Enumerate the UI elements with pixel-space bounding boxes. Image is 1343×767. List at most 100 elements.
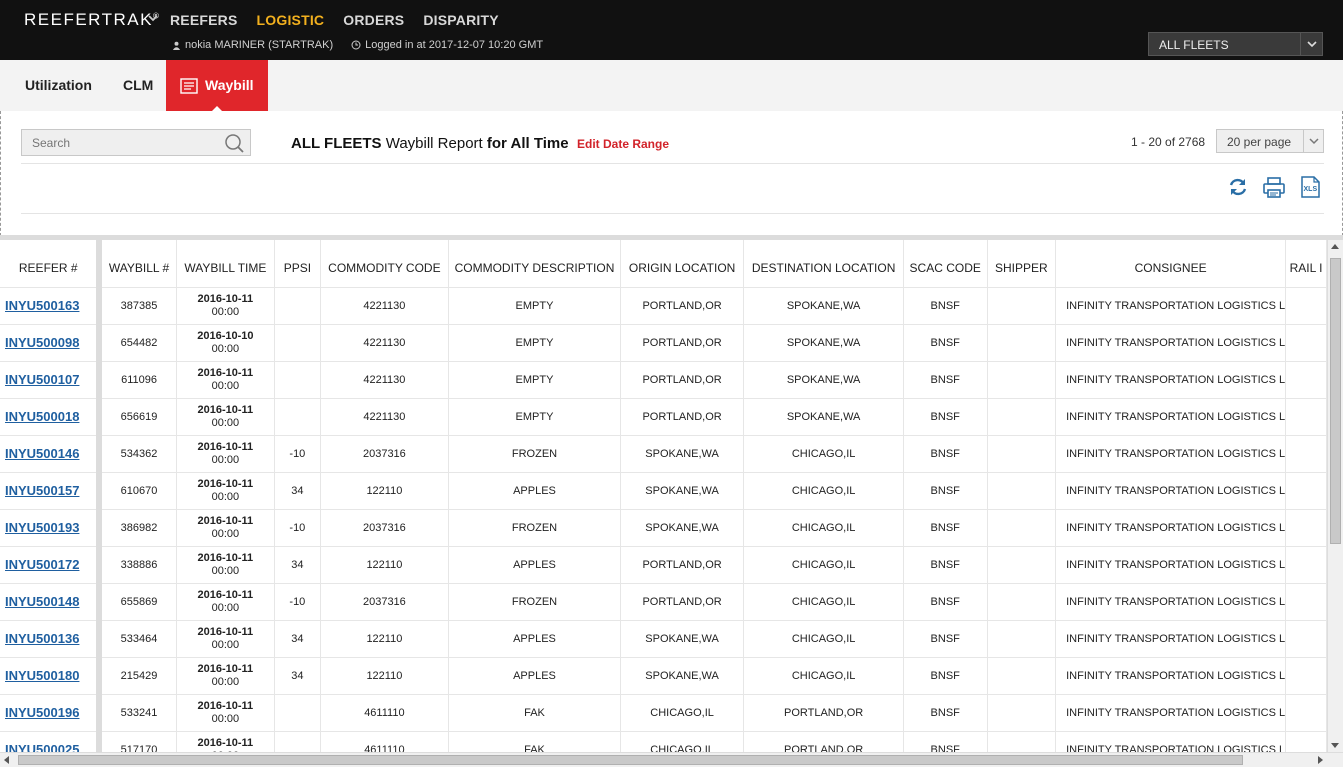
waybill-date: 2016-10-11: [197, 551, 254, 564]
waybill-time: 00:00: [211, 712, 240, 725]
tab-waybill[interactable]: Waybill: [166, 60, 268, 112]
column-header[interactable]: RAIL I: [1285, 240, 1327, 288]
table-row[interactable]: INYU500098 654482 2016-10-10 00:00 4221130 EM…: [0, 324, 1327, 362]
table-row[interactable]: INYU500157 610670 2016-10-11 00:00 34 122110 A…: [0, 472, 1327, 510]
scroll-down-icon[interactable]: [1331, 743, 1339, 748]
waybill-time: 00:00: [211, 638, 240, 651]
fleet-select[interactable]: ALL FLEETS: [1148, 32, 1323, 56]
column-header[interactable]: CONSIGNEE: [1055, 240, 1287, 288]
commodity-code-cell: 2037316: [320, 509, 450, 547]
reefer-link[interactable]: INYU500148: [5, 594, 79, 609]
reefer-link[interactable]: INYU500193: [5, 520, 79, 535]
edit-date-range-link[interactable]: Edit Date Range: [577, 137, 669, 151]
xls-export-icon[interactable]: XLS: [1299, 176, 1321, 198]
search-box[interactable]: [21, 129, 251, 156]
scroll-right-icon[interactable]: [1318, 756, 1323, 764]
scac-cell: BNSF: [903, 287, 988, 325]
reefer-link[interactable]: INYU500107: [5, 372, 79, 387]
commodity-code-cell: 2037316: [320, 583, 450, 621]
table-row[interactable]: INYU500018 656619 2016-10-11 00:00 4221130 EM…: [0, 398, 1327, 436]
horizontal-scrollbar[interactable]: [0, 752, 1343, 767]
commodity-desc-cell: EMPTY: [448, 398, 621, 436]
column-header[interactable]: WAYBILL #: [99, 240, 177, 288]
column-header[interactable]: COMMODITY DESCRIPTION: [448, 240, 621, 288]
scroll-thumb[interactable]: [18, 755, 1243, 765]
refresh-icon[interactable]: [1227, 176, 1249, 198]
waybill-cell: 338886: [99, 546, 177, 584]
column-header[interactable]: WAYBILL TIME: [176, 240, 276, 288]
per-page-select[interactable]: 20 per page: [1216, 129, 1324, 153]
waybill-table: REEFER # WAYBILL # WAYBILL TIME PPSI COM…: [0, 240, 1327, 752]
search-input[interactable]: [22, 130, 212, 155]
table-row[interactable]: INYU500196 533241 2016-10-11 00:00 4611110 FA…: [0, 694, 1327, 732]
table-row[interactable]: INYU500146 534362 2016-10-11 00:00 -10 203731…: [0, 435, 1327, 473]
table-row[interactable]: INYU500163 387385 2016-10-11 00:00 4221130 EM…: [0, 287, 1327, 325]
destination-cell: SPOKANE,WA: [743, 287, 904, 325]
waybill-cell: 517170: [99, 731, 177, 752]
ppsi-cell: [274, 694, 321, 732]
vertical-scrollbar[interactable]: [1327, 240, 1343, 752]
user-name: nokia MARINER (STARTRAK): [185, 39, 334, 51]
scroll-left-icon[interactable]: [4, 756, 9, 764]
reefer-cell: INYU500025: [0, 731, 103, 752]
commodity-code-cell: 4611110: [320, 694, 450, 732]
reefer-link[interactable]: INYU500098: [5, 335, 79, 350]
reefer-link[interactable]: INYU500163: [5, 298, 79, 313]
ppsi-cell: [274, 398, 321, 436]
reefer-link[interactable]: INYU500146: [5, 446, 79, 461]
table-row[interactable]: INYU500025 5171702016-10-1100:00 4611110FA…: [0, 731, 1327, 752]
chevron-down-icon[interactable]: [1300, 33, 1322, 55]
waybill-time: 00:00: [211, 305, 240, 318]
waybill-date: 2016-10-11: [197, 477, 254, 490]
commodity-desc-cell: APPLES: [448, 546, 621, 584]
reefer-link[interactable]: INYU500180: [5, 668, 79, 683]
table-row[interactable]: INYU500107 611096 2016-10-11 00:00 4221130 EM…: [0, 361, 1327, 399]
tab-clm[interactable]: CLM: [123, 60, 153, 111]
commodity-code-cell: 4221130: [320, 287, 450, 325]
table-row[interactable]: INYU500172 338886 2016-10-11 00:00 34 122110 A…: [0, 546, 1327, 584]
origin-cell: CHICAGO,IL: [620, 694, 745, 732]
tab-utilization[interactable]: Utilization: [25, 60, 92, 111]
nav-reefers[interactable]: REEFERS: [170, 12, 238, 28]
column-header[interactable]: REEFER #: [0, 240, 103, 288]
column-header[interactable]: COMMODITY CODE: [320, 240, 450, 288]
reefer-cell: INYU500172: [0, 546, 103, 584]
table-row[interactable]: INYU500193 386982 2016-10-11 00:00 -10 203731…: [0, 509, 1327, 547]
reefer-link[interactable]: INYU500196: [5, 705, 79, 720]
nav-orders[interactable]: ORDERS: [343, 12, 404, 28]
table-row[interactable]: INYU500148 655869 2016-10-11 00:00 -10 203731…: [0, 583, 1327, 621]
print-icon[interactable]: [1263, 176, 1285, 198]
column-header[interactable]: SHIPPER: [987, 240, 1057, 288]
waybill-cell: 654482: [99, 324, 177, 362]
reefer-link[interactable]: INYU500172: [5, 557, 79, 572]
column-header[interactable]: DESTINATION LOCATION: [743, 240, 904, 288]
waybill-time-cell: 2016-10-1100:00: [176, 694, 276, 732]
shipper-cell: [987, 361, 1057, 399]
waybill-date: 2016-10-11: [197, 662, 254, 675]
rail-cell: [1285, 583, 1327, 621]
waybill-time-cell: 2016-10-1100:00: [176, 287, 276, 325]
reefer-link[interactable]: INYU500018: [5, 409, 79, 424]
waybill-icon: [180, 77, 198, 94]
column-header[interactable]: ORIGIN LOCATION: [620, 240, 745, 288]
scroll-thumb[interactable]: [1330, 258, 1341, 544]
scroll-up-icon[interactable]: [1331, 244, 1339, 249]
scac-cell: BNSF: [903, 398, 988, 436]
waybill-date: 2016-10-11: [197, 625, 254, 638]
column-header[interactable]: PPSI: [274, 240, 321, 288]
column-header[interactable]: SCAC CODE: [903, 240, 988, 288]
search-icon[interactable]: [223, 132, 245, 154]
consignee-cell: INFINITY TRANSPORTATION LOGISTICS L: [1055, 472, 1287, 510]
reefer-link[interactable]: INYU500157: [5, 483, 79, 498]
chevron-down-icon[interactable]: [147, 12, 159, 24]
table-row[interactable]: INYU500180 215429 2016-10-11 00:00 34 122110 A…: [0, 657, 1327, 695]
brand-logo[interactable]: REEFERTRAK®: [24, 10, 160, 30]
chevron-down-icon[interactable]: [1303, 130, 1323, 152]
reefer-link[interactable]: INYU500025: [5, 742, 79, 752]
destination-cell: PORTLAND,OR: [743, 731, 904, 752]
nav-logistic[interactable]: LOGISTIC: [257, 12, 325, 28]
nav-disparity[interactable]: DISPARITY: [423, 12, 498, 28]
reefer-link[interactable]: INYU500136: [5, 631, 79, 646]
commodity-desc-cell: APPLES: [448, 620, 621, 658]
table-row[interactable]: INYU500136 533464 2016-10-11 00:00 34 122110 A…: [0, 620, 1327, 658]
